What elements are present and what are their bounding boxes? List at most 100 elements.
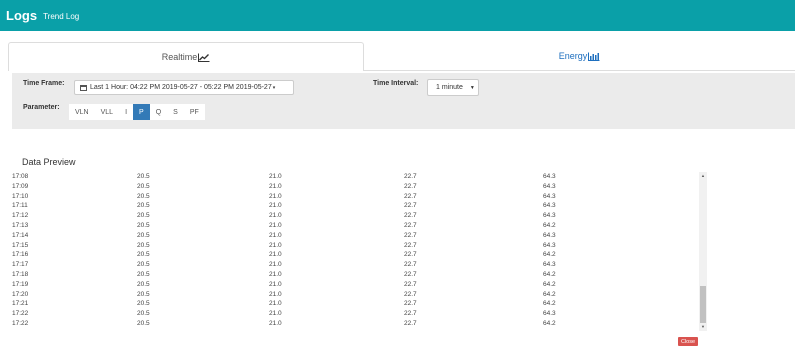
- table-cell: 20.5: [137, 261, 150, 269]
- tab-energy[interactable]: Energy: [364, 42, 795, 71]
- page-subtitle: Trend Log: [43, 12, 80, 21]
- table-cell: 17:22: [12, 310, 29, 318]
- table-cell: 17:08: [12, 173, 29, 180]
- table-cell: 21.0: [269, 221, 282, 229]
- table-row: 17:08 20.5 21.0 22.7 64.3: [12, 172, 708, 182]
- table-cell: 22.7: [404, 251, 417, 259]
- table-cell: 22.7: [404, 202, 417, 210]
- table-cell: 17:16: [12, 251, 29, 259]
- table-cell: 17:09: [12, 182, 29, 190]
- table-cell: 20.5: [137, 231, 150, 239]
- time-frame-label: Time Frame:: [23, 80, 65, 87]
- calendar-icon: [80, 84, 87, 91]
- table-cell: 64.3: [543, 261, 556, 269]
- chevron-down-icon: ▼: [469, 84, 475, 91]
- table-cell: 20.5: [137, 173, 150, 180]
- parameter-group: VLN VLL I P Q S PF: [69, 104, 205, 120]
- param-q-button[interactable]: Q: [149, 104, 168, 120]
- table-cell: 20.5: [137, 310, 150, 318]
- table-cell: 64.2: [543, 319, 556, 327]
- table-cell: 64.2: [543, 221, 556, 229]
- chevron-down-icon: ▾: [272, 84, 276, 91]
- scroll-down-icon[interactable]: ▼: [699, 323, 707, 331]
- table-row: 17:20 20.5 21.0 22.7 64.2: [12, 290, 708, 300]
- table-cell: 17:22: [12, 319, 29, 327]
- param-vll-button[interactable]: VLL: [94, 104, 120, 120]
- table-cell: 21.0: [269, 231, 282, 239]
- table-cell: 17:15: [12, 241, 29, 249]
- table-cell: 17:11: [12, 202, 28, 210]
- table-cell: 22.7: [404, 310, 417, 318]
- data-preview-title: Data Preview: [22, 157, 76, 167]
- table-cell: 17:18: [12, 270, 29, 278]
- data-preview-table: 17:08 20.5 21.0 22.7 64.3 17:09 20.5 21.0 22.7 64…: [12, 172, 708, 332]
- table-cell: 22.7: [404, 280, 417, 288]
- table-row: 17:16 20.5 21.0 22.7 64.2: [12, 250, 708, 260]
- table-cell: 21.0: [269, 192, 282, 200]
- table-row: 17:11 20.5 21.0 22.7 64.3: [12, 201, 708, 211]
- table-cell: 64.3: [543, 192, 556, 200]
- table-cell: 21.0: [269, 310, 282, 318]
- tab-realtime-label: Realtime: [161, 52, 198, 62]
- filter-panel: Time Frame: Last 1 Hour: 04:22 PM 2019-0…: [12, 73, 795, 129]
- table-cell: 64.2: [543, 300, 556, 308]
- tab-bar: Realtime Energy: [8, 42, 795, 71]
- table-cell: 22.7: [404, 231, 417, 239]
- table-cell: 64.3: [543, 241, 556, 249]
- time-frame-value: Last 1 Hour: 04:22 PM 2019-05-27 - 05:22…: [90, 84, 272, 91]
- table-row: 17:13 20.5 21.0 22.7 64.2: [12, 221, 708, 231]
- table-cell: 21.0: [269, 319, 282, 327]
- tab-realtime[interactable]: Realtime: [8, 42, 364, 71]
- time-frame-picker[interactable]: Last 1 Hour: 04:22 PM 2019-05-27 - 05:22…: [74, 80, 294, 95]
- close-button[interactable]: Close: [678, 337, 698, 346]
- table-cell: 22.7: [404, 319, 417, 327]
- time-interval-select[interactable]: 1 minute ▼: [427, 79, 479, 96]
- table-row: 17:21 20.5 21.0 22.7 64.2: [12, 299, 708, 309]
- table-cell: 20.5: [137, 241, 150, 249]
- table-cell: 17:20: [12, 290, 29, 298]
- table-row: 17:12 20.5 21.0 22.7 64.3: [12, 211, 708, 221]
- table-cell: 20.5: [137, 192, 150, 200]
- table-cell: 21.0: [269, 202, 282, 210]
- param-p-button[interactable]: P: [133, 104, 150, 120]
- bar-chart-icon: [588, 52, 600, 61]
- table-cell: 64.3: [543, 231, 556, 239]
- table-cell: 20.5: [137, 290, 150, 298]
- table-cell: 22.7: [404, 221, 417, 229]
- table-cell: 20.5: [137, 300, 150, 308]
- table-cell: 21.0: [269, 182, 282, 190]
- table-cell: 20.5: [137, 202, 150, 210]
- table-cell: 64.3: [543, 173, 556, 180]
- scrollbar[interactable]: ▲ ▼: [699, 172, 707, 331]
- page-title: Logs: [6, 8, 38, 23]
- table-cell: 21.0: [269, 173, 282, 180]
- table-cell: 21.0: [269, 241, 282, 249]
- scroll-up-icon[interactable]: ▲: [699, 172, 707, 180]
- table-cell: 20.5: [137, 270, 150, 278]
- time-interval-value: 1 minute: [436, 84, 463, 91]
- table-row: 17:15 20.5 21.0 22.7 64.3: [12, 241, 708, 251]
- param-s-button[interactable]: S: [167, 104, 184, 120]
- table-cell: 22.7: [404, 261, 417, 269]
- param-pf-button[interactable]: PF: [183, 104, 205, 120]
- time-interval-label: Time Interval:: [373, 80, 419, 87]
- table-cell: 21.0: [269, 261, 282, 269]
- table-cell: 20.5: [137, 251, 150, 259]
- table-cell: 20.5: [137, 182, 150, 190]
- table-cell: 64.2: [543, 270, 556, 278]
- table-cell: 20.5: [137, 212, 150, 220]
- table-cell: 22.7: [404, 300, 417, 308]
- param-vln-button[interactable]: VLN: [69, 104, 95, 120]
- param-i-button[interactable]: I: [119, 104, 134, 120]
- table-row: 17:22 20.5 21.0 22.7 64.2: [12, 319, 708, 329]
- parameter-label: Parameter:: [23, 104, 60, 111]
- table-row: 17:19 20.5 21.0 22.7 64.2: [12, 280, 708, 290]
- table-cell: 22.7: [404, 192, 417, 200]
- table-cell: 17:17: [12, 261, 29, 269]
- table-cell: 17:10: [12, 192, 29, 200]
- table-cell: 21.0: [269, 270, 282, 278]
- scrollbar-thumb[interactable]: [700, 286, 706, 323]
- table-cell: 22.7: [404, 182, 417, 190]
- header-bar: Logs Trend Log: [0, 0, 795, 31]
- table-cell: 21.0: [269, 290, 282, 298]
